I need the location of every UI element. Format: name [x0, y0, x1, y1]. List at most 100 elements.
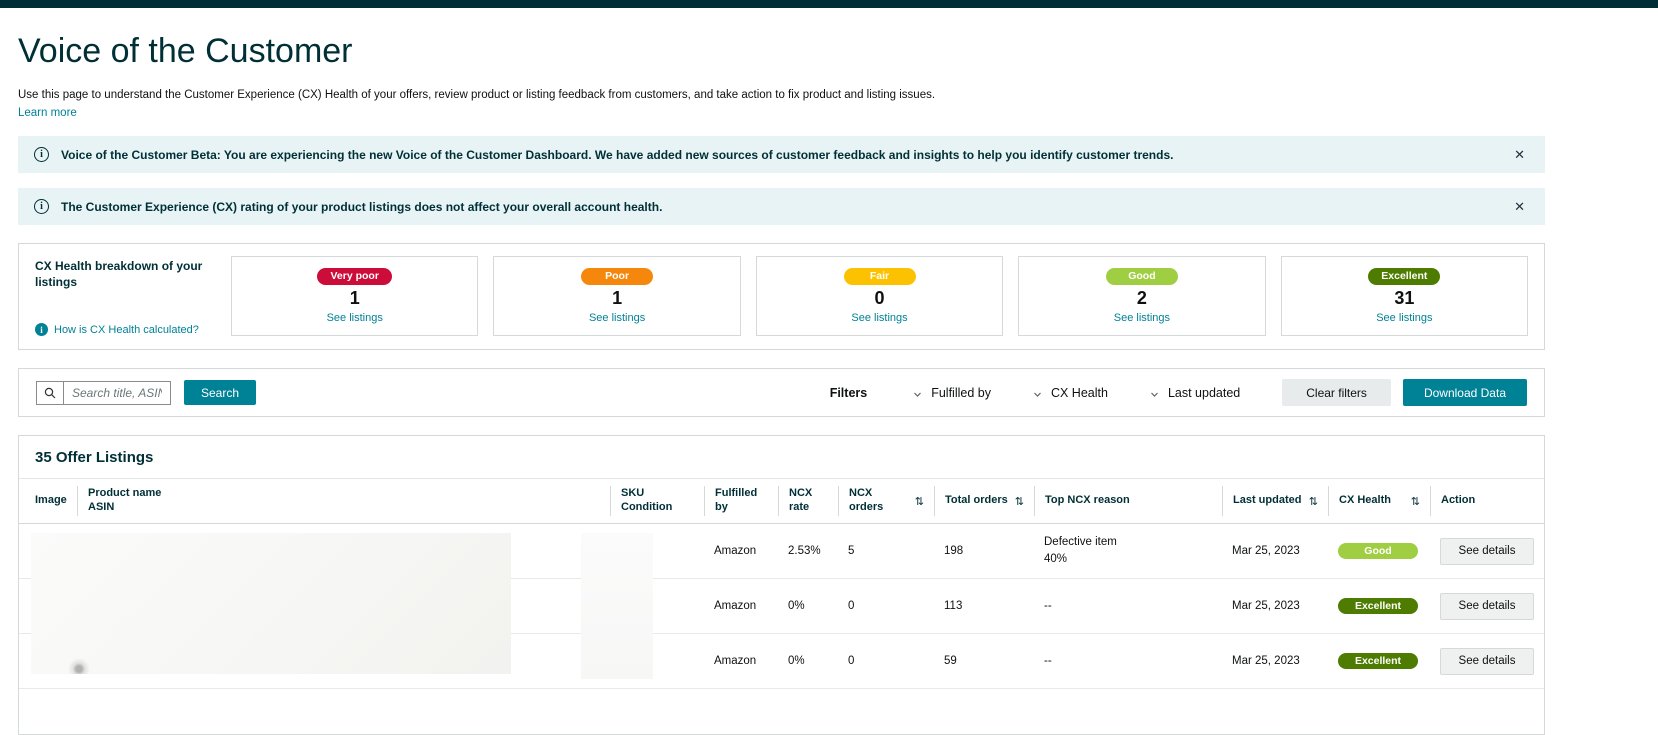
column-header-product-name-asin: Product nameASIN: [77, 486, 610, 516]
cell-top-ncx-reason: Defective item40%: [1034, 534, 1222, 569]
table-body: Amazon 2.53% 5 198 Defective item40% Mar…: [19, 524, 1544, 689]
cell-ncx-rate: 0%: [778, 655, 838, 667]
cx-health-breakdown-section: CX Health breakdown of your listings i H…: [18, 243, 1545, 350]
column-header-fulfilled-by: Fulfilled by: [704, 486, 778, 516]
cx-health-badge: Good: [1338, 543, 1418, 559]
cell-top-ncx-reason: --: [1034, 600, 1222, 612]
how-link-label: How is CX Health calculated?: [54, 324, 199, 336]
cell-ncx-orders: 5: [838, 545, 934, 557]
filters-area: Filters Fulfilled by CX Health Last upda…: [830, 379, 1527, 406]
status-badge: Poor: [581, 268, 653, 285]
page-title: Voice of the Customer: [18, 32, 1545, 71]
cell-ncx-rate: 0%: [778, 600, 838, 612]
cx-health-cards: Very poor 1 See listings Poor 1 See list…: [231, 256, 1528, 336]
fulfilled-by-dropdown[interactable]: Fulfilled by: [913, 386, 991, 400]
page-content: Voice of the Customer Use this page to u…: [18, 32, 1545, 735]
column-header-sku-condition: SKUCondition: [610, 486, 704, 516]
cell-total-orders: 59: [934, 655, 1034, 667]
cell-action: See details: [1430, 538, 1544, 565]
chevron-down-icon: [1033, 388, 1042, 397]
sort-icon[interactable]: ⇅: [1009, 495, 1024, 508]
cell-last-updated: Mar 25, 2023: [1222, 545, 1328, 557]
see-listings-link[interactable]: See listings: [851, 312, 907, 324]
column-header-action: Action: [1430, 486, 1544, 516]
cx-card-fair: Fair 0 See listings: [756, 256, 1003, 336]
cx-health-badge: Excellent: [1338, 598, 1418, 614]
sort-icon[interactable]: ⇅: [1303, 495, 1318, 508]
how-is-cx-health-calculated-link[interactable]: i How is CX Health calculated?: [35, 323, 217, 336]
see-listings-link[interactable]: See listings: [327, 312, 383, 324]
cell-cx-health: Good: [1328, 543, 1430, 559]
status-badge: Fair: [844, 268, 916, 285]
see-details-button[interactable]: See details: [1440, 538, 1534, 565]
column-header-image: Image: [19, 486, 77, 516]
cx-card-excellent: Excellent 31 See listings: [1281, 256, 1528, 336]
cx-rating-info-banner: i The Customer Experience (CX) rating of…: [18, 188, 1545, 225]
dropdown-label: Last updated: [1168, 386, 1240, 400]
cell-ncx-orders: 0: [838, 655, 934, 667]
see-listings-link[interactable]: See listings: [1376, 312, 1432, 324]
cell-cx-health: Excellent: [1328, 653, 1430, 669]
offer-listings-section: 35 Offer Listings Image Product nameASIN…: [18, 435, 1545, 735]
sort-icon[interactable]: ⇅: [1405, 495, 1420, 508]
search-filter-bar: Search Filters Fulfilled by CX Health La…: [18, 368, 1545, 417]
column-header-top-ncx-reason: Top NCX reason: [1034, 486, 1222, 516]
sort-icon[interactable]: ⇅: [909, 495, 924, 508]
listing-count: 2: [1137, 288, 1147, 309]
learn-more-link[interactable]: Learn more: [18, 107, 77, 119]
info-icon: i: [34, 147, 49, 162]
listing-count: 31: [1394, 288, 1414, 309]
cell-fulfilled-by: Amazon: [704, 545, 778, 557]
cell-cx-health: Excellent: [1328, 598, 1430, 614]
chevron-down-icon: [1150, 388, 1159, 397]
cx-card-poor: Poor 1 See listings: [493, 256, 740, 336]
download-data-button[interactable]: Download Data: [1403, 379, 1527, 406]
search-input[interactable]: [64, 381, 171, 405]
close-icon[interactable]: ✕: [1510, 198, 1529, 215]
beta-info-banner: i Voice of the Customer Beta: You are ex…: [18, 136, 1545, 173]
cx-health-badge: Excellent: [1338, 653, 1418, 669]
cell-top-ncx-reason: --: [1034, 655, 1222, 667]
cell-ncx-rate: 2.53%: [778, 545, 838, 557]
cx-breakdown-label: CX Health breakdown of your listings: [35, 259, 217, 290]
search-button[interactable]: Search: [184, 380, 256, 405]
cell-fulfilled-by: Amazon: [704, 655, 778, 667]
search-icon: [36, 381, 64, 405]
banner-text: Voice of the Customer Beta: You are expe…: [61, 148, 1510, 162]
status-badge: Very poor: [317, 268, 391, 285]
cell-action: See details: [1430, 593, 1544, 620]
last-updated-dropdown[interactable]: Last updated: [1150, 386, 1240, 400]
chevron-down-icon: [913, 388, 922, 397]
column-header-last-updated: Last updated ⇅: [1222, 486, 1328, 516]
see-details-button[interactable]: See details: [1440, 648, 1534, 675]
cx-card-good: Good 2 See listings: [1018, 256, 1265, 336]
cell-last-updated: Mar 25, 2023: [1222, 600, 1328, 612]
listing-count: 1: [350, 288, 360, 309]
dropdown-label: Fulfilled by: [931, 386, 991, 400]
cell-action: See details: [1430, 648, 1544, 675]
see-details-button[interactable]: See details: [1440, 593, 1534, 620]
column-header-ncx-orders: NCX orders ⇅: [838, 486, 934, 516]
see-listings-link[interactable]: See listings: [1114, 312, 1170, 324]
dropdown-label: CX Health: [1051, 386, 1108, 400]
page-description: Use this page to understand the Customer…: [18, 87, 1545, 103]
close-icon[interactable]: ✕: [1510, 146, 1529, 163]
status-badge: Excellent: [1368, 268, 1440, 285]
banner-text: The Customer Experience (CX) rating of y…: [61, 200, 1510, 214]
filters-label: Filters: [830, 386, 868, 400]
info-icon: i: [35, 323, 48, 336]
info-icon: i: [34, 199, 49, 214]
listing-count: 0: [875, 288, 885, 309]
status-badge: Good: [1106, 268, 1178, 285]
column-header-cx-health: CX Health ⇅: [1328, 486, 1430, 516]
cell-ncx-orders: 0: [838, 600, 934, 612]
sku-redacted-block: [581, 533, 653, 679]
cell-total-orders: 113: [934, 600, 1034, 612]
column-header-total-orders: Total orders ⇅: [934, 486, 1034, 516]
see-listings-link[interactable]: See listings: [589, 312, 645, 324]
clear-filters-button[interactable]: Clear filters: [1282, 379, 1391, 406]
column-header-ncx-rate: NCX rate: [778, 486, 838, 516]
cx-health-dropdown[interactable]: CX Health: [1033, 386, 1108, 400]
global-nav-bar: [0, 0, 1658, 8]
cell-last-updated: Mar 25, 2023: [1222, 655, 1328, 667]
